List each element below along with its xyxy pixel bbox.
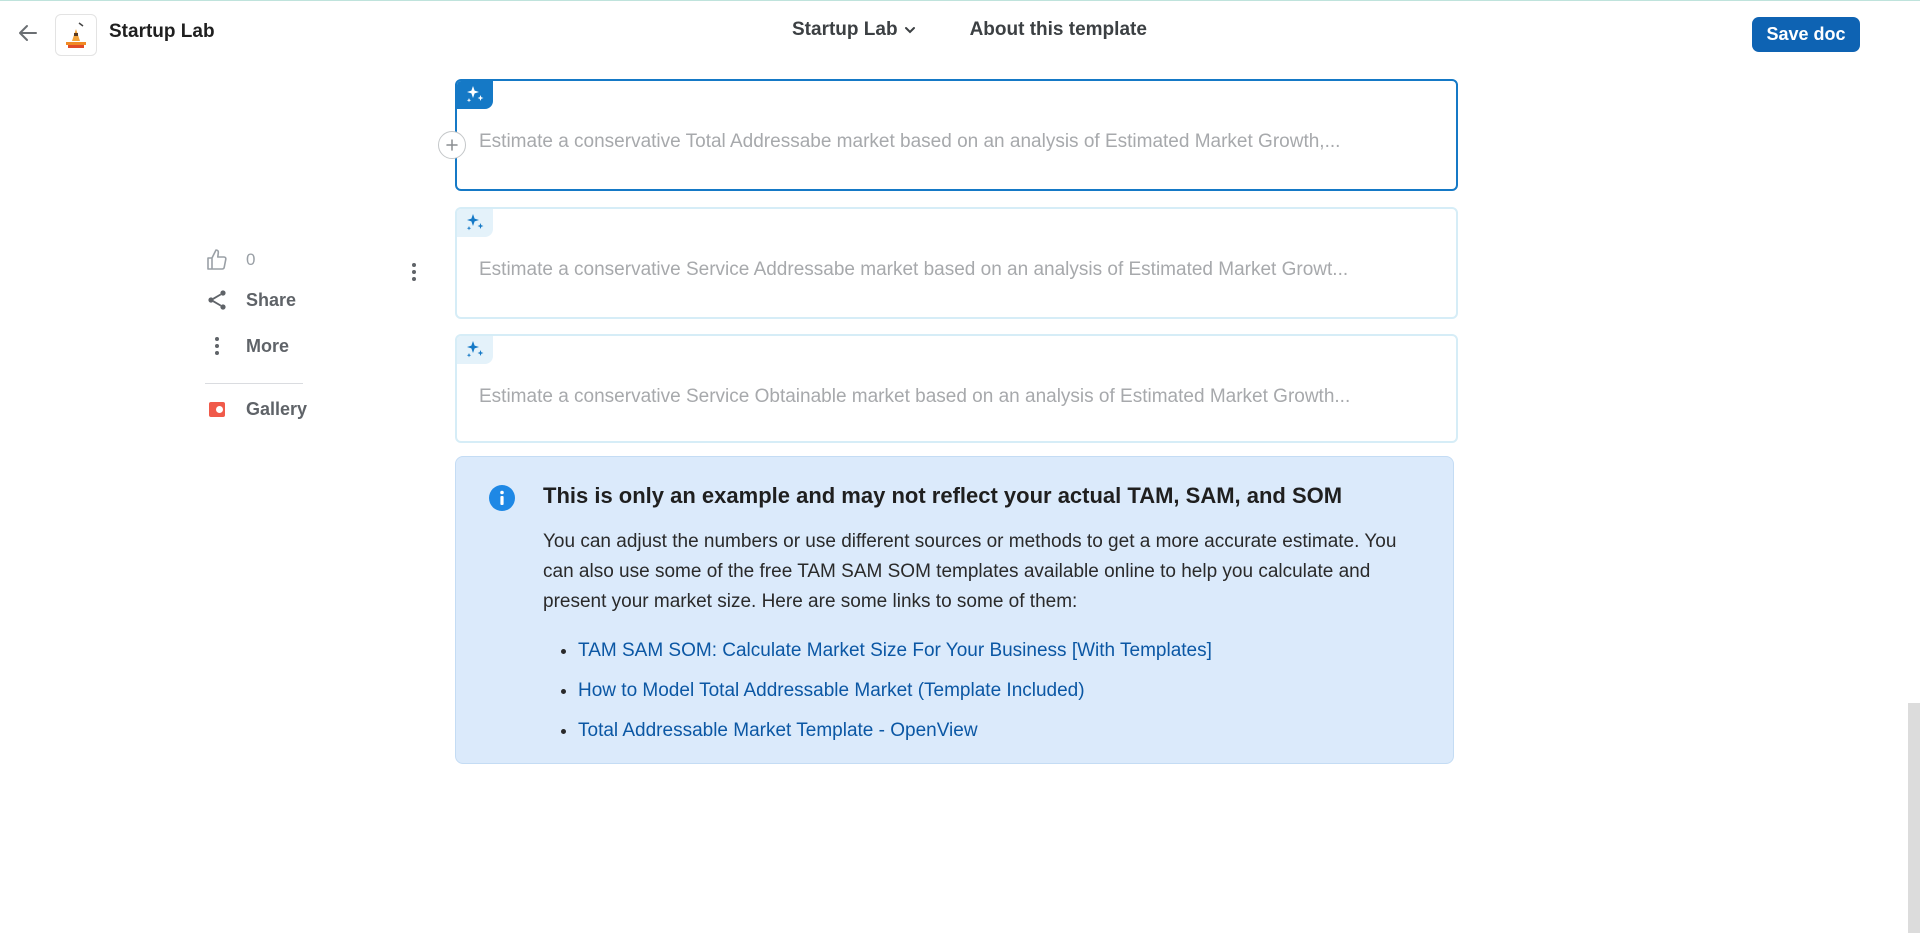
info-icon [488, 484, 516, 517]
startup-lab-logo-icon [66, 22, 86, 48]
ai-prompt-text: Estimate a conservative Service Obtainab… [479, 386, 1351, 407]
nav-startup-lab[interactable]: Startup Lab [792, 19, 916, 41]
ai-block-tam[interactable]: Estimate a conservative Total Addressabe… [455, 79, 1458, 191]
list-item: TAM SAM SOM: Calculate Market Size For Y… [578, 631, 1212, 671]
list-item: Total Addressable Market Template - Open… [578, 711, 1212, 751]
callout-title: This is only an example and may not refl… [543, 483, 1343, 508]
top-nav: Startup Lab About this template [792, 19, 1147, 41]
doc-logo[interactable] [55, 14, 97, 56]
chevron-down-icon [904, 27, 915, 34]
callout-body: You can adjust the numbers or use differ… [543, 531, 1397, 612]
add-block-plus-icon[interactable] [438, 131, 466, 159]
more-vertical-icon [205, 334, 229, 358]
template-link[interactable]: Total Addressable Market Template - Open… [578, 720, 978, 741]
scrollbar[interactable] [1908, 703, 1920, 933]
like-count: 0 [246, 250, 256, 269]
gallery-label: Gallery [246, 398, 308, 419]
ai-sparkle-icon [457, 81, 493, 109]
gallery-link[interactable]: Gallery [205, 397, 307, 421]
like-button[interactable]: 0 [205, 248, 255, 272]
share-icon [205, 288, 229, 312]
doc-header: Startup Lab Startup Lab About this templ… [0, 1, 1920, 65]
nav-startup-lab-label: Startup Lab [792, 19, 898, 40]
list-item: How to Model Total Addressable Market (T… [578, 671, 1212, 711]
share-label: Share [246, 289, 297, 310]
callout-link-list: TAM SAM SOM: Calculate Market Size For Y… [543, 631, 1212, 751]
ai-block-som[interactable]: Estimate a conservative Service Obtainab… [455, 334, 1458, 443]
nav-about-template-label: About this template [969, 19, 1147, 40]
thumbs-up-icon [205, 248, 229, 272]
nav-about-template[interactable]: About this template [970, 19, 1147, 41]
ai-sparkle-icon [457, 336, 493, 364]
more-label: More [246, 335, 290, 356]
doc-title[interactable]: Startup Lab [109, 21, 215, 43]
ai-sparkle-icon [457, 209, 493, 237]
template-link[interactable]: How to Model Total Addressable Market (T… [578, 680, 1085, 701]
save-doc-button[interactable]: Save doc [1752, 17, 1860, 52]
share-button[interactable]: Share [205, 288, 296, 312]
sidebar-divider [205, 383, 303, 384]
gallery-icon [205, 397, 229, 421]
ai-block-sam[interactable]: Estimate a conservative Service Addressa… [455, 207, 1458, 319]
more-button[interactable]: More [205, 334, 289, 358]
info-callout: This is only an example and may not refl… [455, 456, 1454, 764]
ai-prompt-text: Estimate a conservative Service Addressa… [479, 259, 1349, 280]
ai-prompt-text: Estimate a conservative Total Addressabe… [479, 131, 1341, 152]
back-arrow-icon[interactable] [14, 19, 42, 47]
block-options-icon[interactable] [404, 260, 424, 284]
template-link[interactable]: TAM SAM SOM: Calculate Market Size For Y… [578, 640, 1212, 661]
